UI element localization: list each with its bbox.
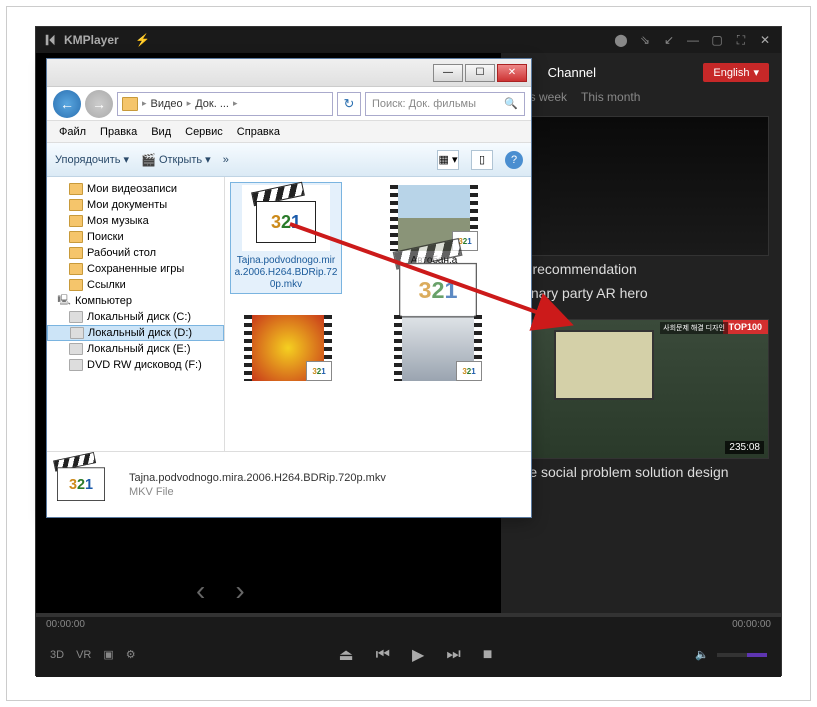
progress-bar[interactable]	[36, 613, 781, 617]
tree-dvd[interactable]: DVD RW дисковод (F:)	[47, 357, 224, 373]
breadcrumb-seg-1[interactable]: Видео	[151, 98, 183, 110]
explorer-minimize-button[interactable]: —	[433, 64, 463, 82]
menu-file[interactable]: Файл	[53, 124, 92, 140]
volume-icon[interactable]: 🔈	[695, 648, 709, 661]
minimize-button[interactable]: —	[685, 32, 701, 48]
tree-drive-c[interactable]: Локальный диск (C:)	[47, 309, 224, 325]
file-item[interactable]: 321	[383, 315, 493, 381]
kmplayer-title: KMPlayer	[64, 33, 119, 47]
tree-links[interactable]: Ссылки	[47, 277, 224, 293]
next-overlay-button[interactable]: ›	[235, 575, 244, 607]
video-title-2: The social problem solution design	[513, 463, 769, 483]
menu-service[interactable]: Сервис	[179, 124, 229, 140]
volume-slider[interactable]	[717, 653, 767, 657]
tree-saved-games[interactable]: Сохраненные игры	[47, 261, 224, 277]
video-duration: 235:08	[725, 441, 764, 454]
video-thumbnail-2[interactable]: TOP100 사회문제 해결 디자인 235:08	[513, 319, 769, 459]
tree-my-videos[interactable]: Мои видеозаписи	[47, 181, 224, 197]
kmplayer-sidebar: ew Channel English ▾ This week This mont…	[501, 53, 781, 613]
explorer-details-pane: 321 Tajna.podvodnogo.mira.2006.H264.BDRi…	[47, 451, 531, 517]
nav-forward-button[interactable]: →	[85, 90, 113, 118]
language-button[interactable]: English ▾	[703, 63, 769, 82]
close-button[interactable]: ✕	[757, 32, 773, 48]
vr-button[interactable]: VR	[76, 649, 91, 661]
language-label: English	[713, 67, 749, 79]
search-icon: 🔍	[504, 97, 518, 110]
tree-desktop[interactable]: Рабочий стол	[47, 245, 224, 261]
video-title-1a: ne recommendation	[513, 260, 769, 280]
next-track-icon[interactable]: ⏭	[446, 646, 460, 664]
capture-icon[interactable]: ▣	[103, 648, 113, 661]
explorer-window: — ☐ ✕ ← → ▸ Видео ▸ Док. ... ▸ ↻ Поиск: …	[46, 58, 532, 518]
file-item[interactable]: 321	[233, 315, 343, 381]
explorer-files: 321 Tajna.podvodnogo.mira.2006.H264.BDRi…	[225, 177, 531, 451]
tab-channel[interactable]: Channel	[548, 65, 596, 80]
folder-icon	[122, 97, 138, 111]
video-sub-badge: 사회문제 해결 디자인	[660, 322, 728, 334]
3d-button[interactable]: 3D	[50, 649, 64, 661]
file-item-selected[interactable]: 321 Tajna.podvodnogo.mira.2006.H264.BDRi…	[231, 183, 341, 293]
clapper-icon: 🎬	[141, 153, 156, 167]
tree-my-music[interactable]: Моя музыка	[47, 213, 224, 229]
subtab-this-month[interactable]: This month	[581, 90, 640, 104]
time-elapsed: 00:00:00	[46, 619, 85, 630]
eject-icon[interactable]: ⏏	[339, 645, 354, 665]
chevron-down-icon: ▾	[123, 153, 129, 166]
menu-edit[interactable]: Правка	[94, 124, 143, 140]
file-item[interactable]: 321 Автобан.a	[379, 185, 489, 291]
details-filename: Tajna.podvodnogo.mira.2006.H264.BDRip.72…	[129, 472, 386, 484]
tree-drive-d[interactable]: Локальный диск (D:)	[47, 325, 224, 341]
search-input[interactable]: Поиск: Док. фильмы 🔍	[365, 92, 525, 116]
explorer-titlebar: — ☐ ✕	[47, 59, 531, 87]
toggle-icon[interactable]: ⬤	[613, 32, 629, 48]
file-name-2: Автобан.a	[411, 255, 458, 267]
time-total: 00:00:00	[732, 619, 771, 630]
details-filetype: MKV File	[129, 486, 386, 498]
tree-computer[interactable]: 🖳Компьютер	[47, 293, 224, 309]
tree-drive-e[interactable]: Локальный диск (E:)	[47, 341, 224, 357]
explorer-nav: ← → ▸ Видео ▸ Док. ... ▸ ↻ Поиск: Док. ф…	[47, 87, 531, 121]
bolt-icon[interactable]: ⚡	[135, 32, 151, 48]
search-placeholder: Поиск: Док. фильмы	[372, 98, 476, 110]
compact-icon[interactable]: ↙	[661, 32, 677, 48]
tree-my-docs[interactable]: Мои документы	[47, 197, 224, 213]
explorer-menu: Файл Правка Вид Сервис Справка	[47, 121, 531, 143]
kmplayer-logo-icon	[44, 33, 58, 47]
menu-help[interactable]: Справка	[231, 124, 286, 140]
more-button[interactable]: »	[223, 154, 229, 166]
play-icon[interactable]: ▶	[412, 645, 424, 665]
chevron-down-icon: ▾	[205, 153, 211, 166]
view-mode-button[interactable]: ▦ ▾	[437, 150, 459, 170]
chevron-down-icon: ▾	[753, 66, 759, 79]
file-name-1: Tajna.podvodnogo.mira.2006.H264.BDRip.72…	[233, 255, 339, 291]
explorer-maximize-button[interactable]: ☐	[465, 64, 495, 82]
video-thumbnail-1[interactable]	[513, 116, 769, 256]
address-bar[interactable]: ▸ Видео ▸ Док. ... ▸	[117, 92, 333, 116]
pin-icon[interactable]: ⇘	[637, 32, 653, 48]
explorer-close-button[interactable]: ✕	[497, 64, 527, 82]
preview-pane-button[interactable]: ▯	[471, 150, 493, 170]
maximize-button[interactable]: ▢	[709, 32, 725, 48]
nav-back-button[interactable]: ←	[53, 90, 81, 118]
kmplayer-titlebar: KMPlayer ⚡ ⬤ ⇘ ↙ — ▢ ⛶ ✕	[36, 27, 781, 53]
prev-overlay-button[interactable]: ‹	[196, 575, 205, 607]
refresh-button[interactable]: ↻	[337, 92, 361, 116]
video-title-1b: itionary party AR hero	[513, 284, 769, 304]
top100-badge: TOP100	[723, 320, 768, 334]
prev-track-icon[interactable]: ⏮	[376, 646, 390, 664]
breadcrumb-seg-2[interactable]: Док. ...	[195, 98, 229, 110]
explorer-toolbar: Упорядочить ▾ 🎬 Открыть ▾ » ▦ ▾ ▯ ?	[47, 143, 531, 177]
breadcrumb-sep: ▸	[142, 98, 147, 109]
fullscreen-button[interactable]: ⛶	[733, 32, 749, 48]
settings-icon[interactable]: ⚙	[126, 648, 136, 661]
open-button[interactable]: 🎬 Открыть ▾	[141, 153, 211, 167]
explorer-tree: Мои видеозаписи Мои документы Моя музыка…	[47, 177, 225, 451]
menu-view[interactable]: Вид	[145, 124, 177, 140]
help-icon[interactable]: ?	[505, 151, 523, 169]
kmplayer-controls: 00:00:00 00:00:00 3D VR ▣ ⚙ ⏏ ⏮ ▶ ⏭ ■ 🔈	[36, 613, 781, 677]
organize-button[interactable]: Упорядочить ▾	[55, 153, 129, 166]
stop-icon[interactable]: ■	[483, 646, 493, 664]
tree-searches[interactable]: Поиски	[47, 229, 224, 245]
